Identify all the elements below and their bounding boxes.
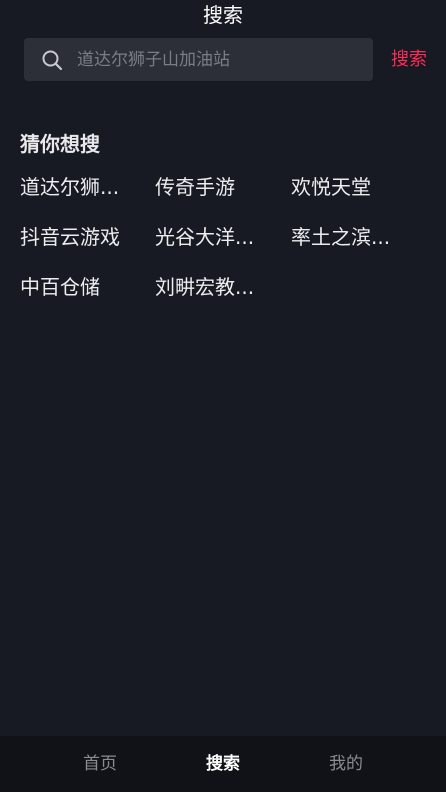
suggestion-item[interactable]: 抖音云游戏 <box>20 222 155 272</box>
suggestion-item[interactable]: 传奇手游 <box>155 172 291 222</box>
tab-profile[interactable]: 我的 <box>306 736 386 792</box>
search-icon <box>41 49 63 71</box>
suggestion-item[interactable]: 率土之滨... <box>291 222 427 272</box>
search-button[interactable]: 搜索 <box>384 38 434 81</box>
suggestions-title: 猜你想搜 <box>20 132 100 156</box>
suggestion-list: 道达尔狮... 传奇手游 欢悦天堂 抖音云游戏 光谷大洋... 率土之滨... … <box>20 172 430 322</box>
suggestion-item[interactable]: 光谷大洋... <box>155 222 291 272</box>
tab-home[interactable]: 首页 <box>60 736 140 792</box>
search-box[interactable] <box>24 38 373 81</box>
suggestion-item[interactable]: 道达尔狮... <box>20 172 155 222</box>
tab-search[interactable]: 搜索 <box>183 736 263 792</box>
suggestion-item[interactable]: 中百仓储 <box>20 272 155 322</box>
suggestion-item[interactable]: 欢悦天堂 <box>291 172 427 222</box>
search-input[interactable] <box>77 38 373 81</box>
bottom-tab-bar: 首页 搜索 我的 <box>0 736 446 792</box>
page-title: 搜索 <box>203 3 243 27</box>
suggestion-item[interactable]: 刘畊宏教... <box>155 272 291 322</box>
